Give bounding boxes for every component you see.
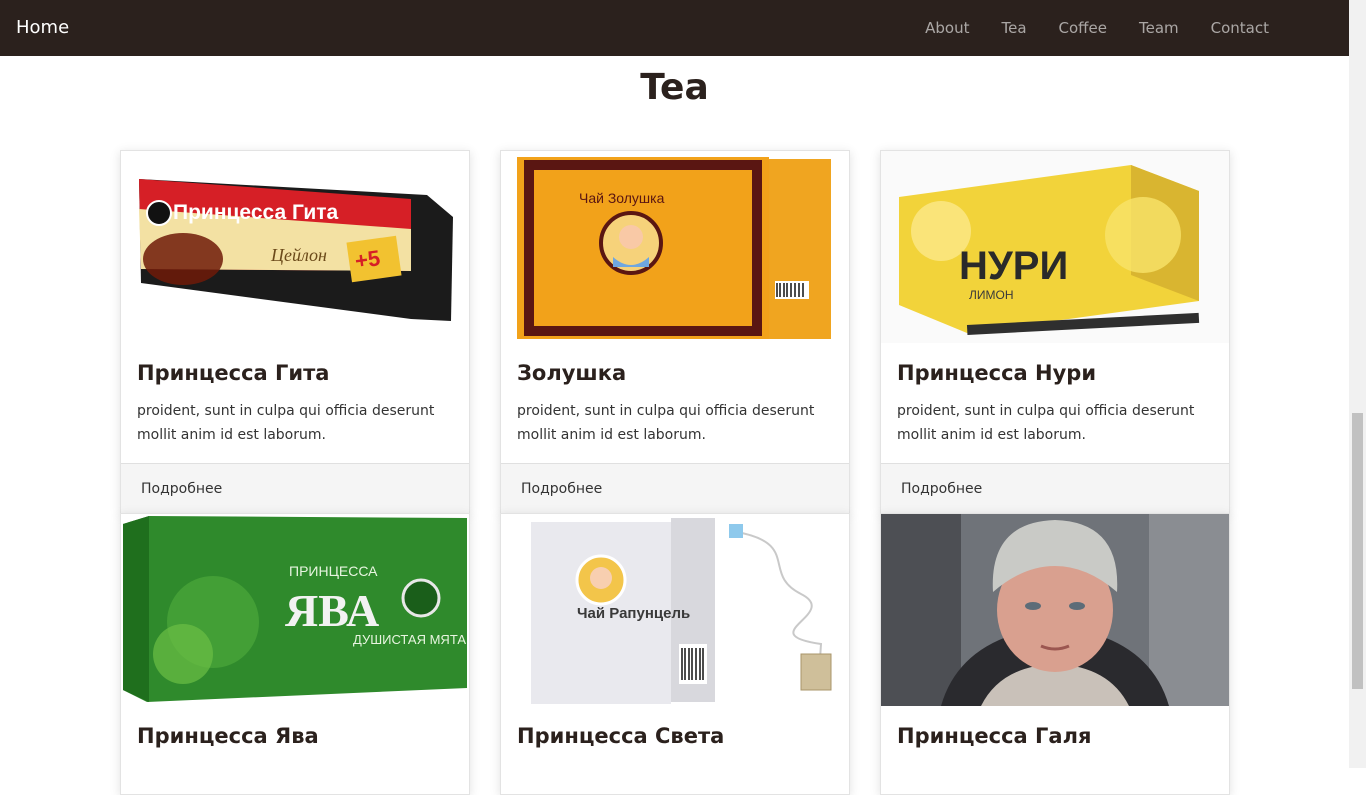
svg-text:НУРИ: НУРИ (959, 244, 1068, 288)
nav-brand-home[interactable]: Home (16, 16, 69, 40)
product-image: Чай Рапунцель (501, 514, 849, 706)
svg-text:ЯВА: ЯВА (285, 585, 379, 636)
product-card: Принцесса Гита Цейлон +5 Принцесса Гита … (120, 150, 470, 514)
svg-text:ДУШИСТАЯ МЯТА: ДУШИСТАЯ МЯТА (353, 632, 466, 647)
product-card: Чай Золушка Золушка proident, sunt in cu… (500, 150, 850, 514)
product-card: Чай Рапунцель Принцесса Света (500, 513, 850, 795)
card-footer: Подробнее (121, 463, 469, 513)
nav-links: About Tea Coffee Team Contact (909, 18, 1285, 38)
more-link[interactable]: Подробнее (901, 480, 982, 498)
navbar: Home About Tea Coffee Team Contact (0, 0, 1349, 56)
more-link[interactable]: Подробнее (521, 480, 602, 498)
card-text: proident, sunt in culpa qui officia dese… (517, 403, 815, 443)
page-scrollbar[interactable] (1349, 0, 1366, 768)
section-title: Tea (640, 67, 709, 108)
product-image: Принцесса Гита Цейлон +5 (121, 151, 469, 343)
product-card: Принцесса Галя (880, 513, 1230, 795)
nav-link-contact[interactable]: Contact (1195, 18, 1285, 38)
nav-link-team[interactable]: Team (1123, 18, 1195, 38)
card-title: Принцесса Гита (137, 361, 330, 385)
product-image: Чай Золушка (501, 151, 849, 343)
product-image: НУРИ ЛИМОН (881, 151, 1229, 343)
svg-text:ЛИМОН: ЛИМОН (969, 288, 1014, 302)
svg-text:ПРИНЦЕССА: ПРИНЦЕССА (289, 563, 378, 579)
card-text: proident, sunt in culpa qui officia dese… (897, 403, 1195, 443)
product-card: ПРИНЦЕССА ЯВА ДУШИСТАЯ МЯТА Принцесса Яв… (120, 513, 470, 795)
card-title: Принцесса Нури (897, 361, 1097, 385)
svg-text:+5: +5 (353, 245, 381, 273)
nav-link-tea[interactable]: Tea (985, 18, 1042, 38)
card-footer: Подробнее (501, 463, 849, 513)
scrollbar-thumb[interactable] (1352, 413, 1363, 689)
nav-link-coffee[interactable]: Coffee (1043, 18, 1123, 38)
card-title: Золушка (517, 361, 627, 385)
nav-link-about[interactable]: About (909, 18, 985, 38)
card-title: Принцесса Света (517, 724, 725, 748)
svg-text:Чай Золушка: Чай Золушка (579, 190, 665, 206)
card-text: proident, sunt in culpa qui officia dese… (137, 403, 435, 443)
more-link[interactable]: Подробнее (141, 480, 222, 498)
card-footer: Подробнее (881, 463, 1229, 513)
product-card: НУРИ ЛИМОН Принцесса Нури proident, sunt… (880, 150, 1230, 514)
svg-text:Принцесса Гита: Принцесса Гита (173, 201, 339, 224)
product-image (881, 514, 1229, 706)
card-title: Принцесса Ява (137, 724, 319, 748)
product-image: ПРИНЦЕССА ЯВА ДУШИСТАЯ МЯТА (121, 514, 469, 706)
svg-text:Чай Рапунцель: Чай Рапунцель (577, 605, 690, 622)
svg-text:Цейлон: Цейлон (270, 245, 327, 265)
card-title: Принцесса Галя (897, 724, 1092, 748)
